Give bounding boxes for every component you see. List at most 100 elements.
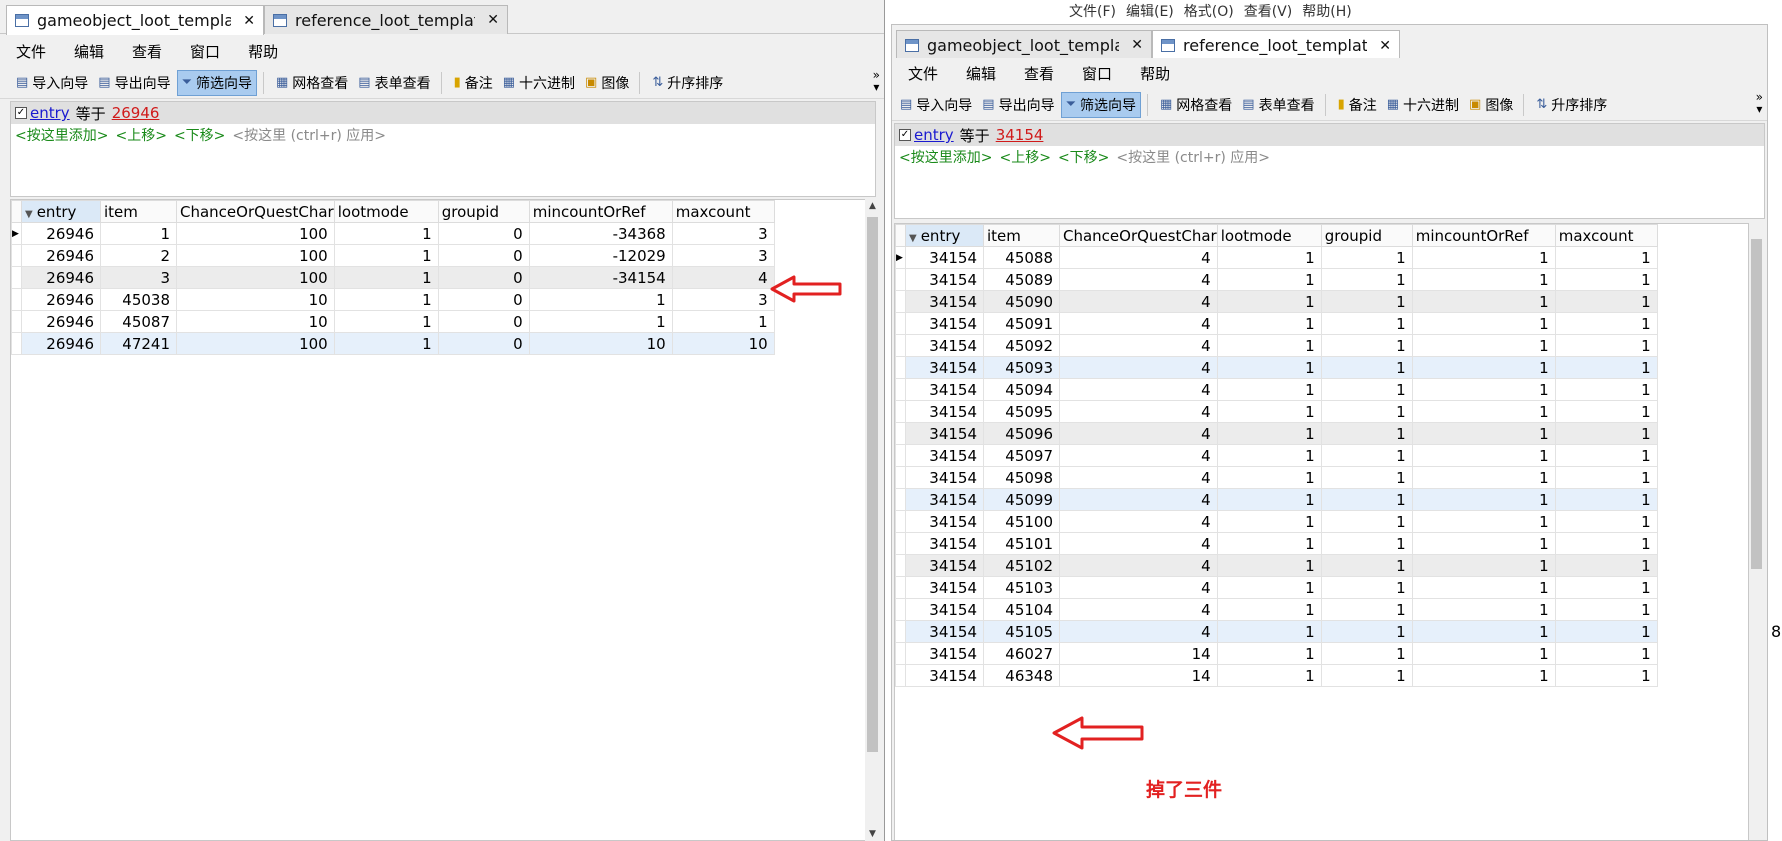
cell-entry[interactable]: 34154 <box>905 378 984 401</box>
cell-chanceorquestchar[interactable]: 14 <box>1059 642 1218 665</box>
cell-chanceorquestchar[interactable]: 4 <box>1059 510 1218 533</box>
cell-entry[interactable]: 34154 <box>905 664 984 687</box>
filter-add-link[interactable]: <按这里添加> <box>15 125 108 145</box>
cell-maxcount[interactable]: 1 <box>1554 466 1658 489</box>
cell-groupid[interactable]: 0 <box>437 266 530 289</box>
scroll-down-arrow-icon[interactable]: ▼ <box>865 829 880 839</box>
table-row[interactable]: 34154 46027 14 1 1 1 1 <box>895 642 1658 665</box>
cell-entry[interactable]: 26946 <box>21 288 101 311</box>
cell-item[interactable]: 45090 <box>983 290 1060 313</box>
column-header-maxcount[interactable]: maxcount <box>671 200 775 223</box>
row-indicator[interactable] <box>895 598 906 621</box>
import-wizard-button[interactable]: ▤ 导入向导 <box>896 92 976 118</box>
cell-entry[interactable]: 34154 <box>905 400 984 423</box>
cell-mincountorref[interactable]: 1 <box>1411 642 1556 665</box>
row-indicator[interactable] <box>895 422 906 445</box>
toolbar-overflow-button[interactable]: » ▾ <box>873 69 880 93</box>
import-wizard-button[interactable]: ▤ 导入向导 <box>12 70 92 96</box>
row-indicator[interactable] <box>11 332 22 355</box>
hex-button[interactable]: ▦ 十六进制 <box>499 70 579 96</box>
tab-reference-loot-template[interactable]: reference_loot_template... ✕ <box>1152 30 1400 60</box>
cell-item[interactable]: 45096 <box>983 422 1060 445</box>
form-view-button[interactable]: ▤ 表单查看 <box>1238 92 1318 118</box>
cell-mincountorref[interactable]: 1 <box>1411 620 1556 643</box>
table-row[interactable]: ▶ 34154 45088 4 1 1 1 1 <box>895 246 1658 269</box>
filter-value-link[interactable]: 26946 <box>112 104 160 122</box>
column-header-entry[interactable]: ▼ entry <box>21 200 101 223</box>
cell-chanceorquestchar[interactable]: 100 <box>176 222 335 245</box>
hex-button[interactable]: ▦ 十六进制 <box>1383 92 1463 118</box>
cell-maxcount[interactable]: 1 <box>1554 268 1658 291</box>
cell-lootmode[interactable]: 1 <box>1216 642 1322 665</box>
column-header-item[interactable]: item <box>983 224 1060 247</box>
cell-mincountorref[interactable]: 1 <box>1411 554 1556 577</box>
cell-chanceorquestchar[interactable]: 4 <box>1059 422 1218 445</box>
row-indicator[interactable] <box>895 400 906 423</box>
cell-lootmode[interactable]: 1 <box>1216 312 1322 335</box>
tab-reference-loot-template[interactable]: reference_loot_template... ✕ <box>264 5 508 34</box>
bg-menu-file[interactable]: 文件(F) <box>1069 1 1116 21</box>
cell-chanceorquestchar[interactable]: 4 <box>1059 554 1218 577</box>
cell-maxcount[interactable]: 1 <box>1554 312 1658 335</box>
cell-groupid[interactable]: 1 <box>1320 598 1413 621</box>
filter-wizard-button[interactable]: ⏷ 筛选向导 <box>1060 91 1141 118</box>
filter-add-link[interactable]: <按这里添加> <box>899 147 992 167</box>
cell-maxcount[interactable]: 3 <box>671 288 775 311</box>
column-header-lootmode[interactable]: lootmode <box>1216 224 1322 247</box>
cell-groupid[interactable]: 1 <box>1320 356 1413 379</box>
cell-groupid[interactable]: 1 <box>1320 510 1413 533</box>
grid-view-button[interactable]: ▦ 网格查看 <box>1156 92 1236 118</box>
column-header-groupid[interactable]: groupid <box>1320 224 1413 247</box>
column-header-chanceorquestchar[interactable]: ChanceOrQuestChar <box>176 200 335 223</box>
cell-item[interactable]: 45095 <box>983 400 1060 423</box>
cell-item[interactable]: 3 <box>100 266 177 289</box>
cell-maxcount[interactable]: 1 <box>1554 290 1658 313</box>
cell-entry[interactable]: 34154 <box>905 554 984 577</box>
filter-apply-link[interactable]: <按这里 (ctrl+r) 应用> <box>1116 147 1270 167</box>
row-indicator[interactable] <box>895 268 906 291</box>
cell-groupid[interactable]: 1 <box>1320 246 1413 269</box>
filter-move-down-link[interactable]: <下移> <box>1058 147 1109 167</box>
tab-gameobject-loot-template[interactable]: gameobject_loot_templa... ✕ <box>6 5 264 35</box>
cell-chanceorquestchar[interactable]: 10 <box>176 288 335 311</box>
cell-entry[interactable]: 34154 <box>905 488 984 511</box>
cell-lootmode[interactable]: 1 <box>1216 488 1322 511</box>
cell-maxcount[interactable]: 1 <box>1554 400 1658 423</box>
cell-chanceorquestchar[interactable]: 4 <box>1059 400 1218 423</box>
cell-maxcount[interactable]: 1 <box>1554 576 1658 599</box>
cell-lootmode[interactable]: 1 <box>333 332 439 355</box>
cell-groupid[interactable]: 1 <box>1320 268 1413 291</box>
toolbar-overflow-button[interactable]: » ▾ <box>1756 91 1763 115</box>
cell-groupid[interactable]: 1 <box>1320 334 1413 357</box>
cell-item[interactable]: 2 <box>100 244 177 267</box>
cell-chanceorquestchar[interactable]: 4 <box>1059 444 1218 467</box>
cell-chanceorquestchar[interactable]: 4 <box>1059 268 1218 291</box>
cell-item[interactable]: 45104 <box>983 598 1060 621</box>
row-indicator[interactable] <box>895 664 906 687</box>
cell-chanceorquestchar[interactable]: 4 <box>1059 246 1218 269</box>
table-row[interactable]: 34154 45100 4 1 1 1 1 <box>895 510 1658 533</box>
filter-operator[interactable]: 等于 <box>960 125 990 146</box>
column-header-mincountorref[interactable]: mincountOrRef <box>1411 224 1556 247</box>
cell-entry[interactable]: 34154 <box>905 620 984 643</box>
table-row[interactable]: 34154 45096 4 1 1 1 1 <box>895 422 1658 445</box>
cell-maxcount[interactable]: 1 <box>1554 532 1658 555</box>
filter-enabled-checkbox[interactable]: ✓ <box>899 129 911 141</box>
cell-chanceorquestchar[interactable]: 14 <box>1059 664 1218 687</box>
cell-lootmode[interactable]: 1 <box>1216 268 1322 291</box>
cell-entry[interactable]: 26946 <box>21 222 101 245</box>
table-row[interactable]: 26946 45038 10 1 0 1 3 <box>11 288 775 311</box>
cell-maxcount[interactable]: 1 <box>1554 598 1658 621</box>
cell-chanceorquestchar[interactable]: 4 <box>1059 334 1218 357</box>
cell-item[interactable]: 47241 <box>100 332 177 355</box>
row-indicator[interactable] <box>11 244 22 267</box>
cell-groupid[interactable]: 1 <box>1320 642 1413 665</box>
menu-view[interactable]: 查看 <box>1024 63 1054 84</box>
cell-groupid[interactable]: 1 <box>1320 422 1413 445</box>
cell-item[interactable]: 45089 <box>983 268 1060 291</box>
filter-enabled-checkbox[interactable]: ✓ <box>15 107 27 119</box>
cell-entry[interactable]: 34154 <box>905 642 984 665</box>
cell-chanceorquestchar[interactable]: 4 <box>1059 576 1218 599</box>
cell-mincountorref[interactable]: 1 <box>1411 246 1556 269</box>
cell-entry[interactable]: 26946 <box>21 266 101 289</box>
